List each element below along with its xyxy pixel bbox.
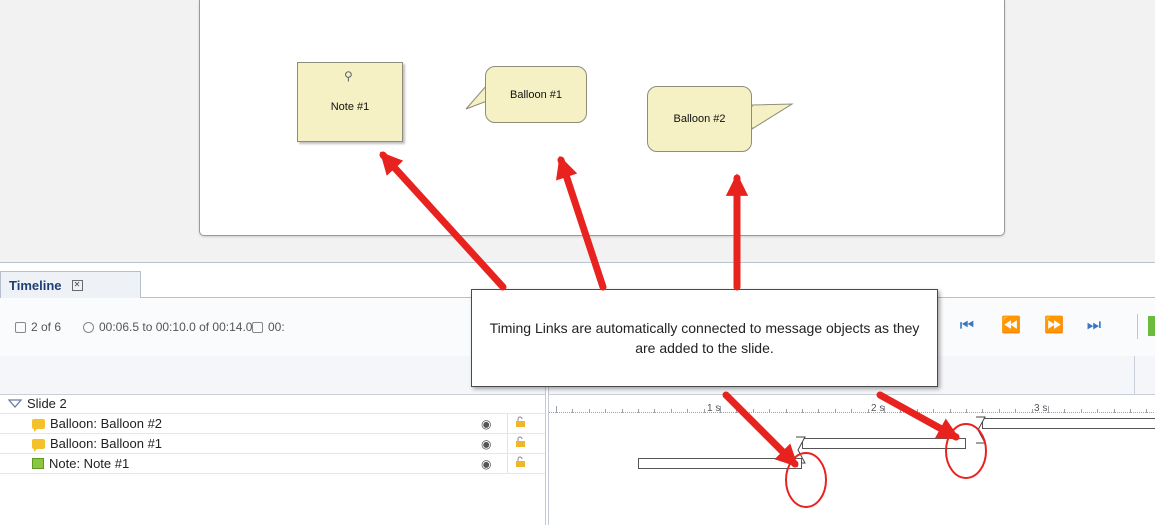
note-object[interactable]: ⚲ Note #1 (297, 62, 403, 142)
ruler-tick (621, 409, 623, 413)
duration-icon (252, 321, 263, 333)
go-to-start-button[interactable]: ⏮ (956, 315, 978, 337)
ruler-tick (752, 409, 754, 413)
balloon-icon (32, 418, 45, 432)
ruler-tick (1015, 409, 1017, 413)
ruler-tick (1048, 406, 1049, 413)
duration-text: 00: (268, 320, 285, 334)
timeline-tab-label: Timeline (9, 277, 62, 293)
ruler-tick (851, 409, 853, 413)
ruler-tick (670, 409, 672, 413)
layer-row[interactable]: Balloon: Balloon #1 ◉ (0, 434, 545, 454)
timing-link-icon[interactable] (974, 416, 988, 446)
balloon-1-object[interactable]: Balloon #1 (485, 66, 587, 123)
ruler-tick (1097, 409, 1099, 413)
note-icon (32, 458, 44, 469)
fast-forward-button[interactable]: ⏩ (1043, 315, 1065, 337)
slide-count-text: 2 of 6 (31, 320, 62, 334)
layer-list: Slide 2 Balloon: Balloon #2 ◉ Balloon: B… (0, 356, 546, 525)
ruler-tick (1031, 409, 1033, 413)
ruler-tick (556, 406, 557, 413)
ruler-tick (785, 409, 787, 413)
ruler-tick (769, 409, 771, 413)
ruler-tick (884, 406, 885, 413)
toolbar-separator (1137, 314, 1138, 339)
cell-divider (507, 454, 508, 473)
duration-info: 00: (252, 320, 285, 334)
collapse-triangle-icon[interactable] (8, 398, 22, 409)
ruler-label: 2 s (871, 403, 885, 414)
ruler-tick (703, 409, 705, 413)
ruler-tick (982, 409, 984, 413)
ruler-tick (998, 409, 1000, 413)
ruler-label: 1 s (707, 403, 721, 414)
time-range-text: 00:06.5 to 00:10.0 of 00:14.0 (99, 320, 253, 334)
tab-timeline[interactable]: Timeline ✕ (0, 271, 141, 298)
ruler-tick (966, 409, 967, 413)
lock-icon[interactable] (514, 456, 526, 468)
layer-label: Slide 2 (27, 396, 67, 411)
ruler-tick (1113, 409, 1115, 413)
track-bar[interactable] (638, 458, 802, 469)
ruler-tick (1130, 409, 1131, 413)
ruler-tick (949, 409, 951, 413)
play-button[interactable] (1148, 316, 1155, 336)
ruler-tick (736, 409, 738, 413)
cell-divider (507, 434, 508, 453)
ruler-tick (687, 409, 689, 413)
eye-icon[interactable]: ◉ (481, 417, 491, 431)
close-icon[interactable]: ✕ (71, 279, 83, 291)
lock-icon[interactable] (514, 416, 526, 428)
ruler-tick (654, 409, 656, 413)
ruler-tick (720, 406, 721, 413)
lock-icon[interactable] (514, 436, 526, 448)
layer-row-slide[interactable]: Slide 2 (0, 394, 545, 414)
balloon-tail (750, 103, 794, 130)
ruler-tick (638, 409, 639, 413)
rewind-button[interactable]: ⏪ (1000, 315, 1022, 337)
ruler-tick (588, 409, 590, 413)
ruler-label: 3 s (1034, 403, 1048, 414)
ruler-tick (802, 409, 803, 413)
ruler-tick (572, 409, 574, 413)
layer-row[interactable]: Note: Note #1 ◉ (0, 454, 545, 474)
layer-label: Note: Note #1 (49, 456, 130, 471)
cell-divider (507, 414, 508, 433)
ruler-tick (1080, 409, 1082, 413)
time-range-info: 00:06.5 to 00:10.0 of 00:14.0 (83, 320, 252, 334)
ruler-tick (605, 409, 607, 413)
callout-text: Timing Links are automatically connected… (489, 320, 920, 356)
ruler-tick (1064, 409, 1066, 413)
ruler-tick (916, 409, 918, 413)
ruler-tick (818, 409, 820, 413)
balloon-2-object[interactable]: Balloon #2 (647, 86, 752, 152)
ruler-tick (933, 409, 935, 413)
layer-row[interactable]: Balloon: Balloon #2 ◉ (0, 414, 545, 434)
ruler-tick (867, 409, 869, 413)
eye-icon[interactable]: ◉ (481, 437, 491, 451)
eye-icon[interactable]: ◉ (481, 457, 491, 471)
slide-stage: ⚲ Note #1 Balloon #1 Balloon #2 (0, 0, 1155, 263)
callout-box: Timing Links are automatically connected… (471, 289, 938, 387)
ruler-tick (834, 409, 836, 413)
clock-icon (83, 321, 94, 333)
go-to-end-button[interactable]: ⏭ (1083, 315, 1105, 337)
layer-list-header (0, 356, 545, 395)
layer-label: Balloon: Balloon #1 (50, 436, 163, 451)
balloon-icon (32, 438, 45, 452)
slide-canvas[interactable]: ⚲ Note #1 Balloon #1 Balloon #2 (199, 0, 1005, 236)
layer-label: Balloon: Balloon #2 (50, 416, 163, 431)
pushpin-icon: ⚲ (344, 69, 353, 83)
track-bar[interactable] (802, 438, 966, 449)
balloon-2-label: Balloon #2 (673, 113, 726, 125)
header-divider (1134, 356, 1135, 394)
balloon-1-label: Balloon #1 (510, 88, 562, 101)
slide-count-info: 2 of 6 (15, 320, 61, 334)
slide-icon (15, 321, 26, 333)
note-label: Note #1 (330, 101, 370, 113)
ruler-tick (900, 409, 902, 413)
ruler-tick (1146, 409, 1148, 413)
track-bar[interactable] (982, 418, 1155, 429)
